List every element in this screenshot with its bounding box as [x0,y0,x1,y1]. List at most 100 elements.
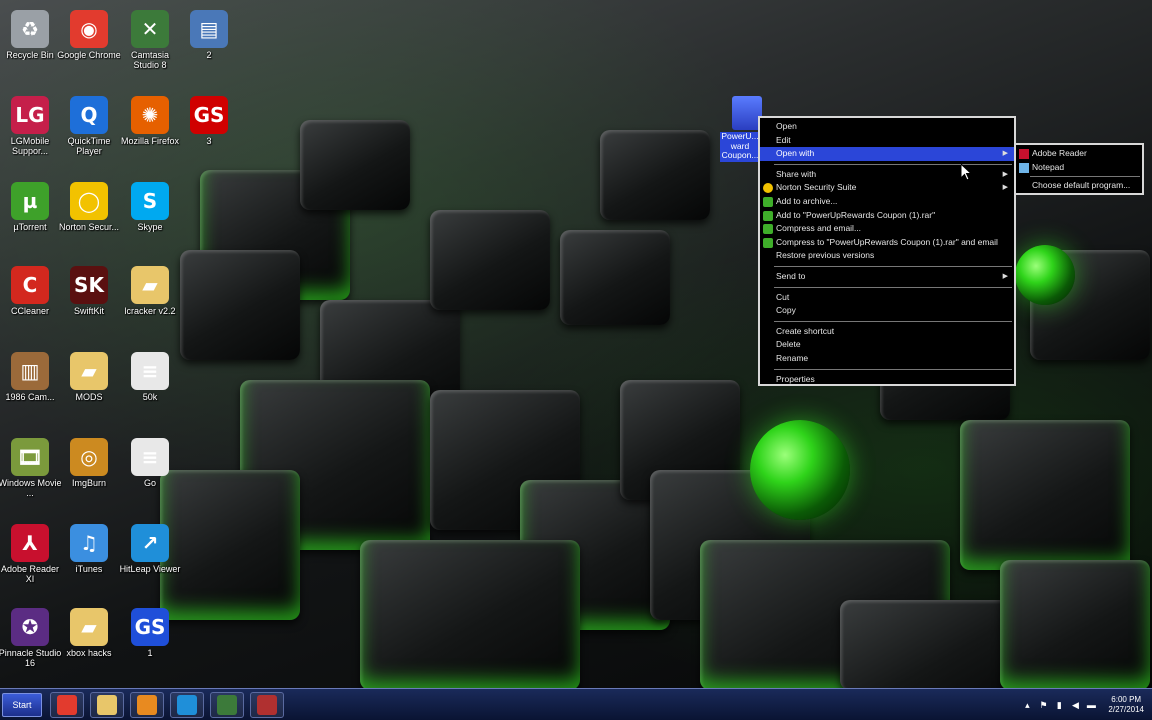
desktop-icon[interactable]: ✕ Camtasia Studio 8 [118,6,182,86]
desktop-icon[interactable]: ▤ 2 [177,6,241,86]
system-tray: ▴ ⚑ ▮ ◀ ▬ 6:00 PM 2/27/2014 [1022,693,1144,717]
desktop-icon[interactable]: ♫ iTunes [57,520,121,600]
clock[interactable]: 6:00 PM 2/27/2014 [1108,695,1144,715]
desktop-icon[interactable]: ↗ HitLeap Viewer [118,520,182,600]
desktop-icon-label: CCleaner [10,306,50,316]
context-menu-item-label: Copy [776,305,796,316]
desktop-icon[interactable]: C CCleaner [0,262,62,342]
context-menu: Open Edit Open with ▶ Share with ▶ Norton Secu… [758,116,1016,386]
itunes-icon: ♫ [70,524,108,562]
hitleap-icon [177,695,197,715]
desktop-icon[interactable]: ▰ xbox hacks [57,604,121,684]
desktop-icon[interactable]: GS 1 [118,604,182,684]
desktop-icon[interactable]: ◎ ImgBurn [57,434,121,514]
context-menu-item[interactable]: Edit [760,134,1014,148]
desktop-icon-label: µTorrent [13,222,47,232]
desktop-icon[interactable]: ▥ 1986 Cam... [0,348,62,428]
context-menu-item[interactable]: Send to ▶ [760,270,1014,284]
taskbar-media-player-button[interactable] [130,692,164,718]
taskbar-explorer-button[interactable] [90,692,124,718]
submenu-arrow-icon: ▶ [1002,170,1008,178]
volume-icon[interactable]: ◀ [1070,700,1080,710]
start-button[interactable]: Start [2,693,42,717]
taskbar-chrome-button[interactable] [50,692,84,718]
context-menu-item-label: Compress to "PowerUpRewards Coupon (1).r… [776,236,998,247]
choose-default-program-item[interactable]: Choose default program... [1016,179,1142,193]
desktop-icon[interactable]: ▰ MODS [57,348,121,428]
context-menu-item[interactable]: Open with ▶ [760,147,1014,161]
desktop-icon[interactable]: ◉ Google Chrome [57,6,121,86]
desktop-icon[interactable]: ◯ Norton Secur... [57,178,121,258]
gamestop-icon: GS [131,608,169,646]
desktop-icon-label: Norton Secur... [58,222,120,232]
winrar-icon [763,224,773,235]
power-icon[interactable]: ▬ [1086,700,1096,710]
context-menu-item[interactable]: Add to archive... [760,195,1014,209]
desktop-icon-label: MODS [75,392,103,402]
context-menu-item[interactable]: Delete [760,338,1014,352]
camtasia-icon [217,695,237,715]
adobe-reader-icon: ⅄ [11,524,49,562]
open-with-item-label: Adobe Reader [1032,148,1087,158]
desktop-icon[interactable]: SK SwiftKit [57,262,121,342]
desktop-icon[interactable]: ♻ Recycle Bin [0,6,62,86]
desktop-icon-label: lcracker v2.2 [124,306,176,316]
desktop-icon[interactable]: 🎞 Windows Movie ... [0,434,62,514]
context-menu-item[interactable]: Copy [760,304,1014,318]
context-menu-item-label: Compress and email... [776,223,862,234]
menu-separator [774,286,1012,288]
show-hidden-icons-icon[interactable]: ▴ [1022,700,1032,710]
open-with-item[interactable]: Adobe Reader [1016,147,1142,161]
context-menu-item[interactable]: Open [760,120,1014,134]
open-with-submenu: Adobe Reader Notepad Choose default progra… [1014,143,1144,195]
desktop-icon[interactable]: ≡ Go [118,434,182,514]
submenu-arrow-icon: ▶ [1002,272,1008,280]
context-menu-item[interactable]: Norton Security Suite ▶ [760,181,1014,195]
desktop-icon[interactable]: LG LGMobile Suppor... [0,92,62,172]
desktop-icon[interactable]: GS 3 [177,92,241,172]
taskbar-camtasia-recorder-button[interactable] [250,692,284,718]
menu-separator [774,368,1012,370]
desktop-icon-label: Google Chrome [57,50,121,60]
desktop-icon[interactable]: µ µTorrent [0,178,62,258]
desktop-icon[interactable]: ▰ lcracker v2.2 [118,262,182,342]
context-menu-item[interactable]: Cut [760,291,1014,305]
taskbar-hitleap-button[interactable] [170,692,204,718]
context-menu-item-label: Open with [776,148,815,159]
winrar-icon [763,196,773,207]
quicktime-icon: Q [70,96,108,134]
context-menu-item[interactable]: Rename [760,352,1014,366]
hitleap-icon: ↗ [131,524,169,562]
open-with-item[interactable]: Notepad [1016,161,1142,175]
desktop-icon[interactable]: ≡ 50k [118,348,182,428]
desktop-icon[interactable]: Q QuickTime Player [57,92,121,172]
chrome-icon: ◉ [70,10,108,48]
folder-icon: ▰ [131,266,169,304]
taskbar-camtasia-button[interactable] [210,692,244,718]
media-player-icon [137,695,157,715]
document-icon: ▥ [11,352,49,390]
context-menu-item[interactable]: Compress and email... [760,222,1014,236]
context-menu-item[interactable]: Compress to "PowerUpRewards Coupon (1).r… [760,236,1014,250]
notepad-icon [1019,162,1029,173]
desktop-icon[interactable]: ⅄ Adobe Reader XI [0,520,62,600]
gamestop-icon: GS [190,96,228,134]
desktop-icon[interactable]: ✪ Pinnacle Studio 16 [0,604,62,684]
context-menu-item[interactable]: Share with ▶ [760,168,1014,182]
desktop-icon[interactable]: S Skype [118,178,182,258]
context-menu-item[interactable]: Restore previous versions [760,249,1014,263]
desktop-icon-label: Camtasia Studio 8 [130,50,169,70]
context-menu-item[interactable]: Create shortcut [760,325,1014,339]
action-center-flag-icon[interactable]: ⚑ [1038,700,1048,710]
network-icon[interactable]: ▮ [1054,700,1064,710]
submenu-arrow-icon: ▶ [1002,184,1008,192]
context-menu-item[interactable]: Add to "PowerUpRewards Coupon (1).rar" [760,209,1014,223]
desktop-icon-label: xbox hacks [66,648,112,658]
skype-icon: S [131,182,169,220]
desktop-icon[interactable]: ✺ Mozilla Firefox [118,92,182,172]
chrome-icon [57,695,77,715]
context-menu-item-label: Share with [776,168,817,179]
lg-icon: LG [11,96,49,134]
context-menu-item[interactable]: Properties [760,373,1014,387]
adobe-reader-icon [1019,149,1029,159]
